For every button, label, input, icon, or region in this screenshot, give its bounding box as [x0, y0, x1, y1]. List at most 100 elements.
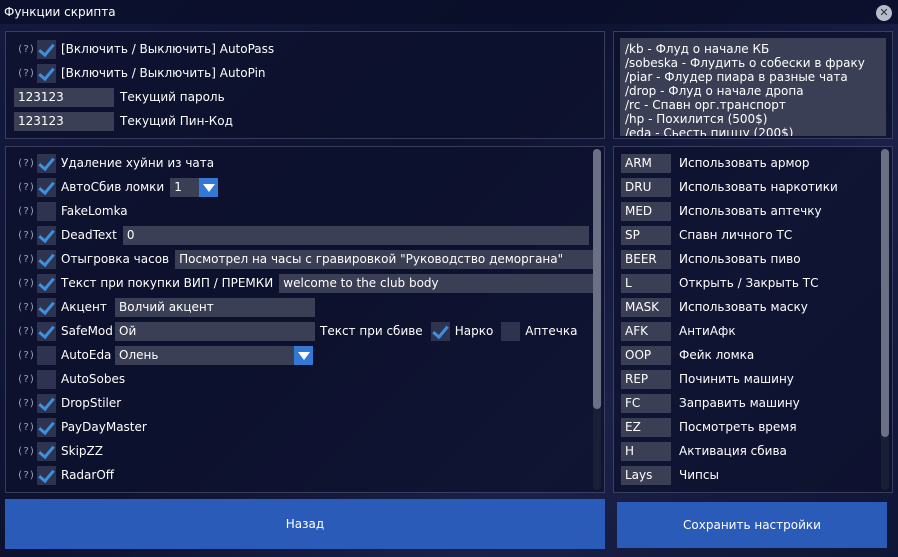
narko-checkbox[interactable]	[430, 321, 450, 341]
feature-label: AutoSobes	[61, 372, 126, 386]
help-icon[interactable]: (?)	[17, 68, 37, 79]
help-icon[interactable]: (?)	[17, 470, 37, 481]
help-icon[interactable]: (?)	[17, 350, 37, 361]
help-icon[interactable]: (?)	[17, 254, 37, 265]
feature-checkbox[interactable]	[37, 441, 56, 461]
feature-checkbox[interactable]	[37, 177, 56, 197]
bind-key-input[interactable]: Lays	[621, 465, 671, 485]
bind-row: H Активация сбива	[614, 440, 787, 462]
help-icon[interactable]: (?)	[17, 230, 37, 241]
help-icon[interactable]: (?)	[17, 398, 37, 409]
bind-key-input[interactable]: MED	[621, 201, 671, 221]
help-icon[interactable]: (?)	[17, 326, 37, 337]
help-icon[interactable]: (?)	[17, 158, 37, 169]
bind-label: Заправить машину	[679, 396, 800, 410]
bind-key-input[interactable]: FC	[621, 393, 671, 413]
feature-row: (?) RadarOff	[6, 464, 120, 486]
aptechka-checkbox[interactable]	[501, 321, 521, 341]
bind-row: EZ Посмотреть время	[614, 416, 797, 438]
feature-label: DropStiler	[61, 396, 122, 410]
feature-checkbox[interactable]	[37, 249, 56, 269]
bind-label: Использовать наркотики	[679, 180, 838, 194]
chevron-down-icon[interactable]	[294, 345, 313, 365]
feature-dropdown[interactable]: Олень	[115, 345, 313, 365]
bind-label: Чипсы	[679, 468, 719, 482]
bind-key-input[interactable]: SP	[621, 225, 671, 245]
help-icon[interactable]: (?)	[17, 374, 37, 385]
save-settings-button[interactable]: Сохранить настройки	[617, 502, 887, 548]
pincode-label: Текущий Пин-Код	[120, 114, 233, 128]
chevron-down-icon[interactable]	[199, 177, 219, 197]
feature-checkbox[interactable]	[37, 201, 56, 221]
feature-checkbox[interactable]	[37, 153, 56, 173]
close-icon[interactable]: ✕	[876, 5, 892, 21]
autopin-label: [Включить / Выключить] AutoPin	[61, 66, 266, 80]
feature-checkbox[interactable]	[37, 393, 56, 413]
bind-label: Фейк ломка	[679, 348, 755, 362]
bind-key-input[interactable]: REP	[621, 369, 671, 389]
bind-row: Lays Чипсы	[614, 464, 719, 486]
feature-row: (?) Отыгровка часов Посмотрел на часы с гр…	[6, 248, 596, 270]
bind-row: SP Спавн личного ТС	[614, 224, 792, 246]
commands-text: /kb - Флуд о начале КБ /sobeska - Флудит…	[625, 42, 865, 136]
feature-input[interactable]: Волчий акцент	[115, 297, 315, 317]
binds-scrollbar[interactable]	[881, 149, 889, 490]
password-input[interactable]: 123123	[14, 87, 114, 107]
help-icon[interactable]: (?)	[17, 182, 37, 193]
bind-row: AFK АнтиАфк	[614, 320, 736, 342]
help-icon[interactable]: (?)	[17, 446, 37, 457]
bind-key-input[interactable]: DRU	[621, 177, 671, 197]
features-panel: (?) Удаление хуйни из чата (?) АвтоСбив лом…	[5, 146, 605, 493]
bind-key-input[interactable]: EZ	[621, 417, 671, 437]
help-icon[interactable]: (?)	[17, 278, 37, 289]
bind-key-input[interactable]: ARM	[621, 153, 671, 173]
feature-checkbox[interactable]	[37, 369, 56, 389]
feature-input[interactable]: Ой	[115, 321, 315, 341]
feature-dropdown[interactable]: 1	[170, 177, 219, 197]
feature-checkbox[interactable]	[37, 417, 56, 437]
feature-row: (?) SkipZZ	[6, 440, 109, 462]
bind-label: Использовать армор	[679, 156, 810, 170]
feature-checkbox[interactable]	[37, 297, 56, 317]
feature-label: SkipZZ	[61, 444, 103, 458]
bind-key-input[interactable]: OOP	[621, 345, 671, 365]
binds-scroll-thumb[interactable]	[881, 149, 889, 437]
autopin-checkbox[interactable]	[37, 63, 56, 83]
commands-textarea[interactable]: /kb - Флуд о начале КБ /sobeska - Флудит…	[620, 38, 886, 136]
dropdown-value: 1	[174, 180, 182, 194]
feature-input[interactable]: welcome to the club body	[279, 273, 602, 293]
bind-label: АнтиАфк	[679, 324, 736, 338]
feature-input[interactable]: Посмотрел на часы с гравировкой "Руковод…	[175, 249, 596, 269]
autopin-row: (?) [Включить / Выключить] AutoPin	[6, 62, 266, 84]
feature-label: Акцент	[61, 300, 107, 314]
bind-label: Починить машину	[679, 372, 794, 386]
bind-key-input[interactable]: H	[621, 441, 671, 461]
bind-key-input[interactable]: L	[621, 273, 671, 293]
feature-row: (?) DeadText 0	[6, 224, 589, 246]
feature-label: FakeLomka	[61, 204, 128, 218]
feature-checkbox[interactable]	[37, 225, 56, 245]
password-label: Текущий пароль	[120, 90, 225, 104]
help-icon[interactable]: (?)	[17, 44, 37, 55]
feature-input[interactable]: 0	[122, 225, 589, 245]
feature-checkbox[interactable]	[37, 465, 56, 485]
autopass-checkbox[interactable]	[37, 39, 56, 59]
feature-checkbox[interactable]	[37, 345, 56, 365]
feature-label: SafeMod	[61, 324, 113, 338]
bind-label: Спавн личного ТС	[679, 228, 793, 242]
help-icon[interactable]: (?)	[17, 422, 37, 433]
features-scroll-thumb[interactable]	[593, 149, 601, 409]
bind-label: Активация сбива	[679, 444, 787, 458]
features-scrollbar[interactable]	[593, 149, 601, 490]
feature-checkbox[interactable]	[37, 321, 56, 341]
help-icon[interactable]: (?)	[17, 206, 37, 217]
back-button[interactable]: Назад	[5, 499, 605, 549]
pincode-input[interactable]: 123123	[14, 111, 114, 131]
bind-key-input[interactable]: BEER	[621, 249, 671, 269]
bind-key-input[interactable]: AFK	[621, 321, 671, 341]
feature-checkbox[interactable]	[37, 273, 56, 293]
help-icon[interactable]: (?)	[17, 302, 37, 313]
bind-row: DRU Использовать наркотики	[614, 176, 838, 198]
aptechka-label: Аптечка	[525, 324, 578, 338]
bind-key-input[interactable]: MASK	[621, 297, 671, 317]
